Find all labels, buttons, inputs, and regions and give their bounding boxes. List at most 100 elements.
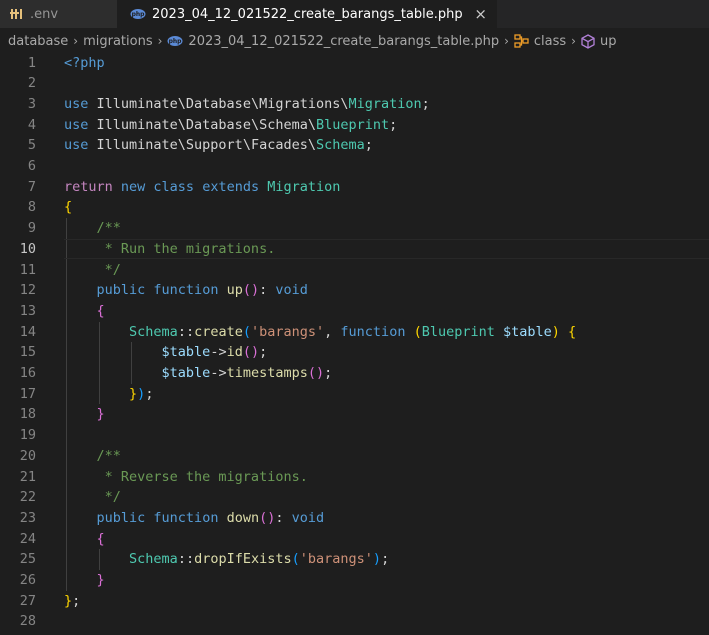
line-number: 25 [19, 551, 36, 568]
code-line[interactable]: 17 }); [0, 384, 709, 405]
code-token: { [96, 530, 105, 547]
line-number: 4 [27, 116, 36, 133]
code-line[interactable]: 6 [0, 156, 709, 177]
tab-env[interactable]: .env [0, 0, 117, 28]
code-token: Illuminate\Support\Facades\ [96, 137, 316, 154]
code-line[interactable]: 10 * Run the migrations. [0, 238, 709, 260]
class-symbol-icon [514, 34, 529, 48]
code-line[interactable]: 27}; [0, 591, 709, 612]
code-line[interactable]: 21 * Reverse the migrations. [0, 467, 709, 488]
tab-migration-file[interactable]: php 2023_04_12_021522_create_barangs_tab… [117, 0, 497, 28]
close-icon[interactable]: × [473, 5, 489, 23]
code-line[interactable]: 28 [0, 611, 709, 632]
line-number: 22 [19, 489, 36, 506]
code-token: } [96, 572, 105, 588]
code-line[interactable]: 1 <?php [0, 53, 709, 74]
code-line[interactable]: 13 { [0, 301, 709, 322]
breadcrumb-file[interactable]: 2023_04_12_021522_create_barangs_table.p… [188, 34, 499, 49]
php-file-icon: php [167, 35, 183, 47]
line-number: 16 [19, 365, 36, 381]
code-line[interactable]: 14 Schema::create('barangs', function (B… [0, 322, 709, 343]
code-token: use [64, 95, 97, 112]
code-text: * Run the migrations. [64, 239, 276, 260]
code-token: () [242, 344, 260, 361]
line-number: 3 [27, 95, 36, 112]
code-line[interactable]: 12 public function up(): void [0, 280, 709, 301]
code-token: -> [210, 365, 227, 381]
code-text: }); [64, 384, 153, 405]
breadcrumb-class[interactable]: class [534, 34, 566, 49]
code-line[interactable]: 11 */ [0, 260, 709, 281]
code-line[interactable]: 2 [0, 73, 709, 94]
code-token: , [324, 323, 341, 340]
line-number: 5 [27, 137, 36, 154]
code-line[interactable]: 16 $table->timestamps(); [0, 363, 709, 384]
code-token: down [226, 509, 260, 526]
code-text: $table->timestamps(); [64, 363, 333, 384]
code-line[interactable]: 19 [0, 425, 709, 446]
code-token: Blueprint [315, 116, 390, 133]
svg-text:php: php [169, 38, 183, 45]
code-token: * Reverse the migrations. [64, 468, 308, 485]
code-line[interactable]: 7 return new class extends Migration [0, 177, 709, 198]
code-text: /** [64, 218, 121, 239]
code-line[interactable]: 9 /** [0, 218, 709, 239]
code-line[interactable]: 25 Schema::dropIfExists('barangs'); [0, 549, 709, 570]
code-token: { [64, 199, 73, 216]
code-token: $table [161, 344, 211, 361]
code-text: */ [64, 260, 121, 281]
code-token: ; [259, 344, 268, 361]
line-number: 2 [27, 75, 36, 92]
code-line[interactable]: 8{ [0, 197, 709, 218]
code-token: ; [381, 551, 390, 568]
breadcrumb-migrations[interactable]: migrations [83, 34, 153, 49]
code-line[interactable]: 26 } [0, 570, 709, 591]
line-number: 11 [19, 261, 36, 278]
code-token: ; [364, 137, 373, 154]
code-token: dropIfExists [194, 551, 292, 568]
code-editor[interactable]: 1 <?php 2 3 use Illuminate\Database\Migratio… [0, 52, 709, 635]
line-number: 28 [19, 613, 36, 630]
code-text: */ [64, 487, 121, 508]
code-line[interactable]: 18 } [0, 404, 709, 425]
chevron-right-icon: › [73, 34, 79, 48]
code-token: create [194, 323, 243, 340]
code-line[interactable]: 22 */ [0, 487, 709, 508]
breadcrumb-database[interactable]: database [8, 34, 68, 49]
code-line[interactable]: 24 { [0, 529, 709, 550]
code-line[interactable]: 5 use Illuminate\Support\Facades\Schema; [0, 135, 709, 156]
code-token: * Run the migrations. [64, 240, 276, 257]
breadcrumb-up[interactable]: up [600, 34, 617, 49]
code-token: { [568, 323, 577, 340]
code-token: */ [64, 489, 121, 506]
line-number: 9 [27, 220, 36, 237]
code-text: Schema::create('barangs', function (Blue… [64, 322, 576, 343]
code-text: { [64, 529, 105, 550]
code-token: function [153, 509, 227, 526]
code-token: $table [161, 365, 211, 381]
code-token: () [307, 365, 325, 381]
line-number: 14 [19, 323, 36, 340]
code-token: public [96, 282, 154, 299]
code-token: : [259, 282, 276, 299]
code-token: ; [389, 116, 398, 133]
line-number: 10 [19, 240, 36, 257]
code-line[interactable]: 3 use Illuminate\Database\Migrations\Migr… [0, 94, 709, 115]
code-token: extends [202, 178, 268, 195]
code-token: Blueprint [421, 323, 503, 340]
code-text: return new class extends Migration [64, 177, 340, 198]
code-token: ( [413, 323, 422, 340]
code-token: function [153, 282, 227, 299]
code-line[interactable]: 20 /** [0, 446, 709, 467]
code-token: -> [210, 344, 227, 361]
code-token: { [96, 302, 105, 319]
code-line[interactable]: 4 use Illuminate\Database\Schema\Blueprin… [0, 115, 709, 136]
code-token: use [64, 116, 97, 133]
code-token: ; [145, 385, 154, 402]
code-line[interactable]: 15 $table->id(); [0, 342, 709, 363]
code-line[interactable]: 23 public function down(): void [0, 508, 709, 529]
code-token: Migration [267, 178, 341, 195]
